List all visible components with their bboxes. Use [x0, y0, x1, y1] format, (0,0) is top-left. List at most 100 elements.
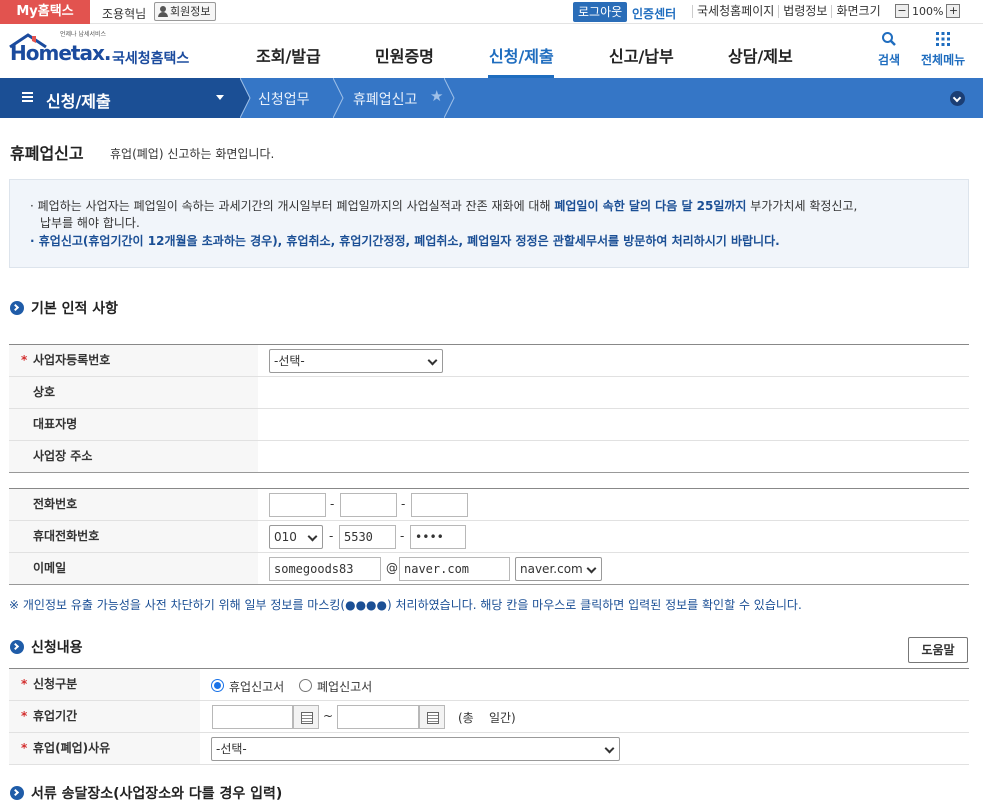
email-domain-field[interactable]: naver.com: [399, 557, 510, 581]
mobile-middle-field[interactable]: 5530: [339, 525, 396, 549]
logo-tagline: 언제나 납세서비스: [60, 31, 107, 38]
radio-closure-label[interactable]: 폐업신고서: [317, 678, 372, 695]
trade-name-label: 상호: [9, 377, 258, 408]
member-info-button[interactable]: 회원정보: [154, 2, 217, 21]
member-info-label: 회원정보: [170, 5, 211, 18]
nts-homepage-link[interactable]: 국세청홈페이지: [692, 5, 778, 18]
page-description: 휴업(폐업) 신고하는 화면입니다.: [110, 147, 275, 161]
dash: -: [401, 497, 406, 511]
logout-button[interactable]: 로그아웃: [573, 2, 628, 22]
address-label: 사업장 주소: [9, 441, 258, 472]
section-selector[interactable]: 신청/제출: [0, 78, 240, 118]
row-bizno: * 사업자등록번호 -선택-: [9, 345, 969, 377]
tilde: ~: [323, 709, 334, 723]
row-phone: 전화번호 - -: [9, 489, 969, 521]
section-heading: 서류 송달장소(사업장소와 다를 경우 입력): [31, 786, 283, 802]
person-icon: [158, 6, 168, 17]
required-mark: *: [21, 741, 28, 755]
privacy-masking-note: ※ 개인정보 유출 가능성을 사전 차단하기 위해 일부 정보를 마스킹(●●●…: [9, 598, 802, 612]
reason-label: * 휴업(폐업)사유: [9, 733, 200, 764]
arrow-circle-icon: [10, 640, 24, 654]
cert-center-link[interactable]: 인증센터: [632, 5, 676, 22]
bizno-select[interactable]: -선택-: [269, 349, 443, 373]
mobile-label: 휴대전화번호: [9, 521, 258, 552]
mobile-prefix-select[interactable]: 010: [269, 525, 323, 549]
caret-down-icon: [216, 95, 224, 100]
dash: -: [329, 529, 334, 543]
top-utility-bar: My홈택스 조용혁님 회원정보 로그아웃 인증센터 국세청홈페이지 법령정보 화…: [0, 0, 983, 24]
zoom-value: 100%: [912, 4, 944, 18]
email-id-field[interactable]: somegoods83: [269, 557, 381, 581]
section-title: 신청/제출: [46, 92, 111, 111]
page-title: 휴폐업신고: [10, 144, 84, 163]
gnb-report-pay[interactable]: 신고/납부: [609, 43, 674, 67]
law-info-link[interactable]: 법령정보: [778, 5, 831, 18]
phone-field-3[interactable]: [411, 493, 468, 517]
notice-text: 폐업하는 사업자는 폐업일이 속하는 과세기간의 개시일부터 폐업일까지의 사업…: [37, 199, 555, 213]
radio-closure[interactable]: [299, 679, 312, 692]
representative-label: 대표자명: [9, 409, 258, 440]
main-header: 언제나 납세서비스 Hometax. 국세청홈택스 조회/발급 민원증명 신청/…: [0, 25, 983, 78]
zoom-out-button[interactable]: −: [895, 4, 909, 18]
total-days-label: (총 일간): [458, 711, 516, 725]
label-text: 신청구분: [33, 677, 78, 691]
period-start-field[interactable]: [212, 705, 293, 729]
required-mark: *: [21, 353, 28, 367]
calendar-icon[interactable]: [419, 705, 445, 729]
logo-wordmark: Hometax.: [10, 41, 111, 65]
request-table: * 신청구분 휴업신고서 폐업신고서 * 휴업기간 ~ (총 일간) * 휴업(폐업)…: [9, 668, 969, 765]
breadcrumb-closure-report[interactable]: 휴폐업신고: [353, 89, 417, 109]
phone-field-2[interactable]: [340, 493, 397, 517]
help-button[interactable]: 도움말: [908, 637, 968, 663]
chevron-separator-icon: [240, 78, 251, 118]
search-button[interactable]: 검색: [878, 31, 900, 68]
radio-suspend-label[interactable]: 휴업신고서: [229, 678, 284, 695]
expand-chevron-icon[interactable]: [950, 91, 965, 106]
notice-line-3: · 휴업신고(휴업기간이 12개월을 초과하는 경우), 휴업취소, 휴업기간정…: [30, 234, 780, 248]
screen-size-label: 화면크기: [831, 5, 884, 18]
gnb-civil-certificate[interactable]: 민원증명: [375, 43, 434, 67]
email-domain-select[interactable]: naver.com: [515, 557, 602, 581]
arrow-circle-icon: [10, 786, 24, 800]
suspend-period-label: * 휴업기간: [9, 701, 200, 732]
star-icon[interactable]: ★: [430, 87, 443, 105]
notice-text: 부가가치세 확정신고,: [746, 199, 858, 213]
label-text: 휴업기간: [33, 709, 78, 723]
reason-select[interactable]: -선택-: [211, 737, 620, 761]
breadcrumb-apply-work[interactable]: 신청업무: [258, 89, 310, 109]
bizno-label: * 사업자등록번호: [9, 345, 258, 376]
row-address: 사업장 주소: [9, 441, 969, 473]
chevron-separator-icon: [333, 78, 344, 118]
chevron-separator-icon: [444, 78, 455, 118]
required-mark: *: [21, 677, 28, 691]
calendar-icon[interactable]: [293, 705, 319, 729]
notice-emphasis: 휴업신고(휴업기간이 12개월을 초과하는 경우), 휴업취소, 휴업기간정정,…: [38, 234, 780, 248]
phone-field-1[interactable]: [269, 493, 326, 517]
breadcrumb-bar: 신청/제출 신청업무 휴폐업신고 ★: [0, 78, 983, 118]
dash: -: [400, 529, 405, 543]
section-heading: 신청내용: [31, 640, 83, 656]
radio-suspend[interactable]: [211, 679, 224, 692]
my-hometax-button[interactable]: My홈택스: [0, 0, 90, 24]
gnb-lookup-issue[interactable]: 조회/발급: [256, 43, 321, 67]
gnb-apply-submit[interactable]: 신청/제출: [489, 43, 554, 67]
notice-line-2: 납부를 해야 합니다.: [40, 216, 140, 230]
request-type-label: * 신청구분: [9, 669, 200, 700]
row-representative: 대표자명: [9, 409, 969, 441]
mobile-last-field[interactable]: ••••: [410, 525, 466, 549]
gnb-consult-report[interactable]: 상담/제보: [728, 43, 793, 67]
row-reason: * 휴업(폐업)사유 -선택-: [9, 733, 969, 765]
hometax-logo[interactable]: 언제나 납세서비스 Hometax. 국세청홈택스: [8, 29, 193, 73]
top-links: 국세청홈페이지 법령정보 화면크기: [692, 5, 885, 18]
arrow-circle-icon: [10, 301, 24, 315]
zoom-in-button[interactable]: +: [946, 4, 961, 18]
notice-emphasis: 폐업일이 속한 달의 다음 달 25일까지: [554, 199, 747, 213]
notice-line-1: · 폐업하는 사업자는 폐업일이 속하는 과세기간의 개시일부터 폐업일까지의 …: [30, 199, 858, 213]
row-mobile: 휴대전화번호 010 - 5530 - ••••: [9, 521, 969, 553]
row-trade-name: 상호: [9, 377, 969, 409]
at-sign: @: [386, 561, 398, 575]
all-menu-button[interactable]: 전체메뉴: [921, 31, 965, 68]
zoom-control: − 100% +: [895, 4, 961, 18]
period-end-field[interactable]: [337, 705, 419, 729]
row-request-type: * 신청구분 휴업신고서 폐업신고서: [9, 669, 969, 701]
